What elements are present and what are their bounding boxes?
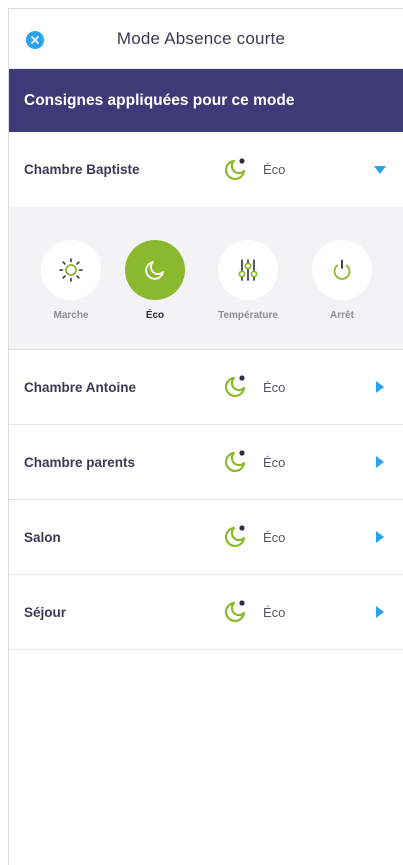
close-icon (31, 36, 39, 44)
mode-option-circle (125, 240, 185, 300)
room-mode: Éco (221, 448, 285, 476)
room-row-salon[interactable]: Salon Éco (9, 500, 403, 575)
close-button[interactable] (26, 31, 44, 49)
room-mode: Éco (221, 373, 285, 401)
mode-option-label: Marche (53, 310, 89, 321)
mode-option-circle (218, 240, 278, 300)
sliders-icon (238, 259, 258, 281)
header: Mode Absence courte (9, 9, 403, 69)
room-mode: Éco (221, 156, 285, 184)
room-mode-label: Éco (263, 529, 286, 545)
chevron-down-icon[interactable] (374, 164, 386, 176)
mode-option-circle (312, 240, 372, 300)
moon-icon (225, 450, 246, 472)
room-row-chambre-parents[interactable]: Chambre parents Éco (9, 425, 403, 500)
moon-icon (225, 375, 246, 397)
room-name: Salon (24, 529, 61, 545)
mode-option-label: Température (218, 310, 278, 321)
room-name: Séjour (24, 604, 67, 620)
moon-icon (225, 525, 246, 547)
room-mode-label: Éco (263, 454, 286, 470)
page-title: Mode Absence courte (116, 28, 286, 48)
app-frame: Mode Absence courte Consignes appliquées… (8, 8, 403, 865)
room-name: Chambre Antoine (24, 379, 137, 395)
moon-icon (145, 261, 164, 280)
room-row-chambre-antoine[interactable]: Chambre Antoine Éco (9, 350, 403, 425)
room-mode: Éco (221, 523, 285, 551)
mode-options-panel: Marche Éco Température Arrêt (9, 207, 403, 350)
section-banner: Consignes appliquées pour ce mode (9, 69, 403, 132)
mode-option-circle (41, 240, 101, 300)
room-mode-label: Éco (263, 379, 286, 395)
room-mode: Éco (221, 598, 285, 626)
chevron-right-icon[interactable] (374, 381, 386, 393)
mode-option-marche[interactable]: Marche (31, 240, 111, 321)
room-row-chambre-baptiste[interactable]: Chambre Baptiste Éco (9, 132, 403, 207)
room-name: Chambre Baptiste (24, 162, 140, 177)
mode-option-eco[interactable]: Éco (115, 240, 195, 321)
chevron-right-icon[interactable] (374, 456, 386, 468)
moon-icon (225, 157, 246, 180)
room-name: Chambre parents (24, 454, 136, 470)
mode-option-label: Éco (145, 310, 165, 321)
room-mode-label: Éco (263, 604, 286, 620)
mode-option-arret[interactable]: Arrêt (302, 240, 382, 321)
power-icon (333, 259, 351, 280)
mode-option-temperature[interactable]: Température (208, 240, 288, 321)
moon-icon (225, 600, 246, 622)
chevron-right-icon[interactable] (374, 606, 386, 618)
chevron-right-icon[interactable] (374, 531, 386, 543)
room-mode-label: Éco (263, 162, 286, 177)
mode-option-label: Arrêt (330, 310, 354, 321)
room-row-sejour[interactable]: Séjour Éco (9, 575, 403, 650)
sun-icon (59, 258, 83, 282)
